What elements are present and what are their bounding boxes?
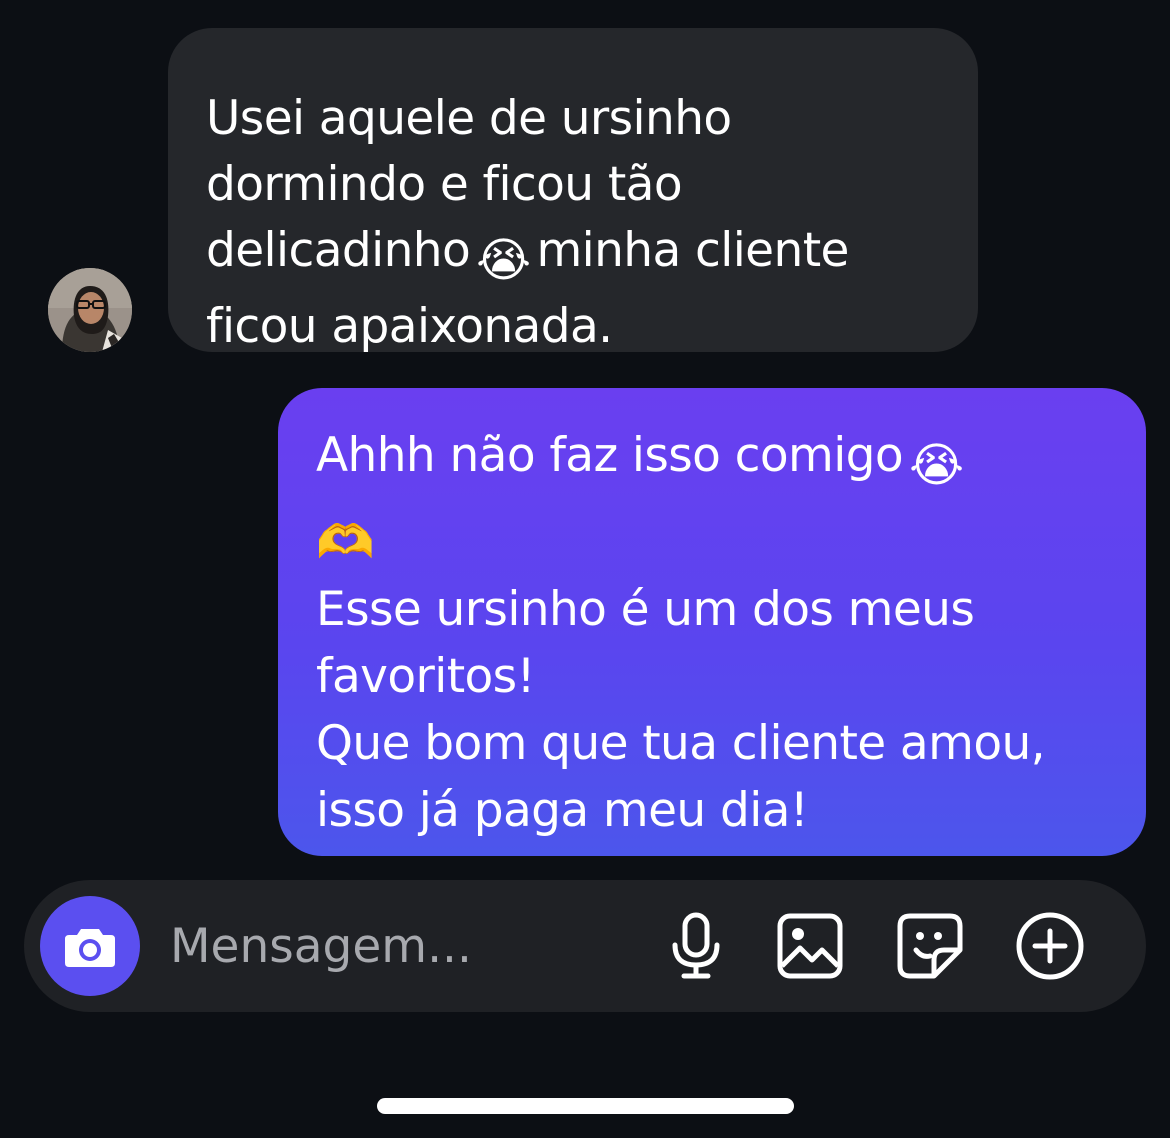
message-line: isso já paga meu dia! [316,783,809,838]
home-indicator [377,1098,794,1114]
message-line: Esse ursinho é um dos meus [316,582,975,637]
crying-face-emoji: 😭 [909,438,964,493]
sticker-icon [897,913,963,979]
message-text: delicadinho [206,223,471,278]
microphone-button[interactable] [660,910,732,982]
add-button[interactable] [1014,910,1086,982]
sticker-button[interactable] [894,910,966,982]
message-line: ficou apaixonada. [206,299,613,354]
message-line: Ahhh não faz isso comigo 😭 [316,422,1116,499]
incoming-message-bubble[interactable]: Usei aquele de ursinho dormindo e ficou … [168,28,978,354]
microphone-icon [672,912,720,979]
crying-face-emoji: 😭 [476,233,531,288]
message-text: minha cliente [536,223,849,278]
gallery-button[interactable] [774,910,846,982]
message-line: Que bom que tua cliente amou, [316,716,1046,771]
outgoing-message-bubble[interactable]: Ahhh não faz isso comigo 😭 🫶 Esse ursinho… [278,388,1146,856]
avatar-image [48,268,132,352]
camera-icon [65,929,115,967]
add-icon [1016,912,1084,980]
message-line: dormindo e ficou tão [206,157,683,212]
message-text: Ahhh não faz isso comigo [316,428,904,483]
sender-avatar[interactable] [48,268,132,352]
camera-button[interactable] [40,896,140,996]
heart-hands-emoji: 🫶 [316,515,375,570]
message-line: 🫶 [316,499,1116,576]
message-line: Usei aquele de ursinho [206,91,732,146]
message-input[interactable] [170,910,630,982]
message-line: favoritos! [316,649,535,704]
message-composer [24,880,1146,1012]
image-icon [777,913,843,979]
message-line: delicadinho 😭 minha cliente [206,218,948,294]
chat-screen: Usei aquele de ursinho dormindo e ficou … [0,0,1170,1138]
